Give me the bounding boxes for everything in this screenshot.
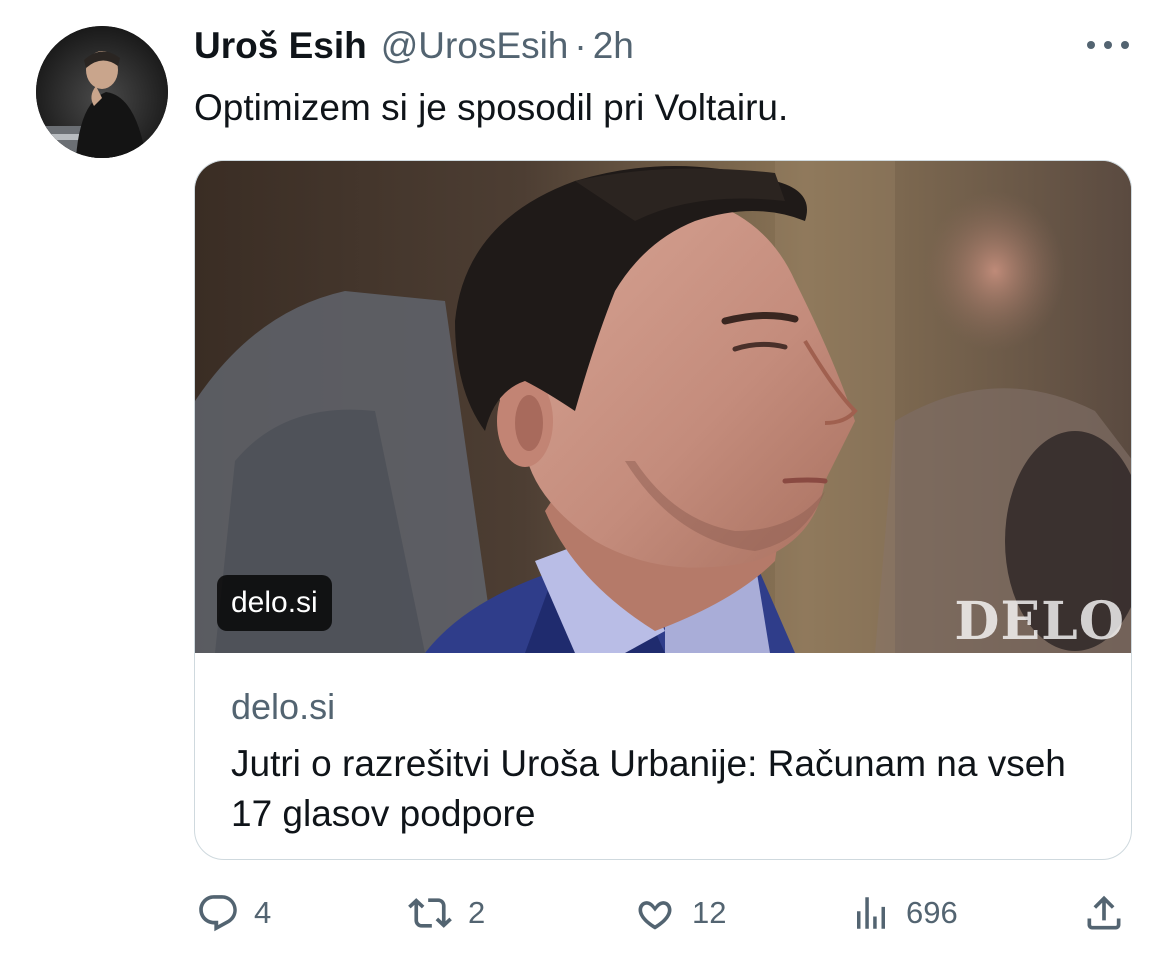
- author-display-name[interactable]: Uroš Esih: [194, 22, 367, 70]
- author-handle[interactable]: @UrosEsih: [381, 22, 569, 70]
- views-icon: [857, 897, 885, 929]
- link-preview-card[interactable]: delo.si DELO delo.si Jutri o razrešitvi …: [194, 160, 1132, 860]
- views-button[interactable]: 696: [850, 888, 958, 938]
- reply-icon: [199, 895, 237, 932]
- card-title: Jutri o razrešitvi Uroša Urbanije: Račun…: [231, 743, 1066, 834]
- views-count: 696: [906, 895, 958, 930]
- like-icon: [638, 901, 672, 930]
- repost-count: 2: [468, 895, 486, 930]
- like-count: 12: [692, 895, 727, 930]
- card-image[interactable]: delo.si DELO: [195, 161, 1131, 653]
- avatar-photo: [36, 26, 168, 158]
- tweet-timestamp[interactable]: 2h: [593, 22, 634, 70]
- more-icon: [1087, 41, 1129, 49]
- more-options-button[interactable]: [1082, 30, 1134, 60]
- author-avatar[interactable]: [36, 26, 168, 158]
- reply-count: 4: [254, 895, 272, 930]
- like-button[interactable]: 12: [632, 888, 726, 938]
- share-button[interactable]: [1082, 888, 1126, 938]
- header-separator: ·: [574, 25, 587, 66]
- reply-button[interactable]: 4: [196, 888, 271, 938]
- card-domain: delo.si: [231, 686, 336, 727]
- card-image-watermark: DELO: [954, 591, 1125, 652]
- repost-icon: [408, 898, 452, 928]
- card-image-domain-badge: delo.si: [217, 575, 332, 631]
- card-photo: [195, 161, 1131, 653]
- share-icon: [1087, 895, 1121, 930]
- tweet-header: Uroš Esih @UrosEsih · 2h: [194, 22, 634, 70]
- repost-button[interactable]: 2: [406, 888, 485, 938]
- tweet-text: Optimizem si je sposodil pri Voltairu.: [194, 87, 789, 128]
